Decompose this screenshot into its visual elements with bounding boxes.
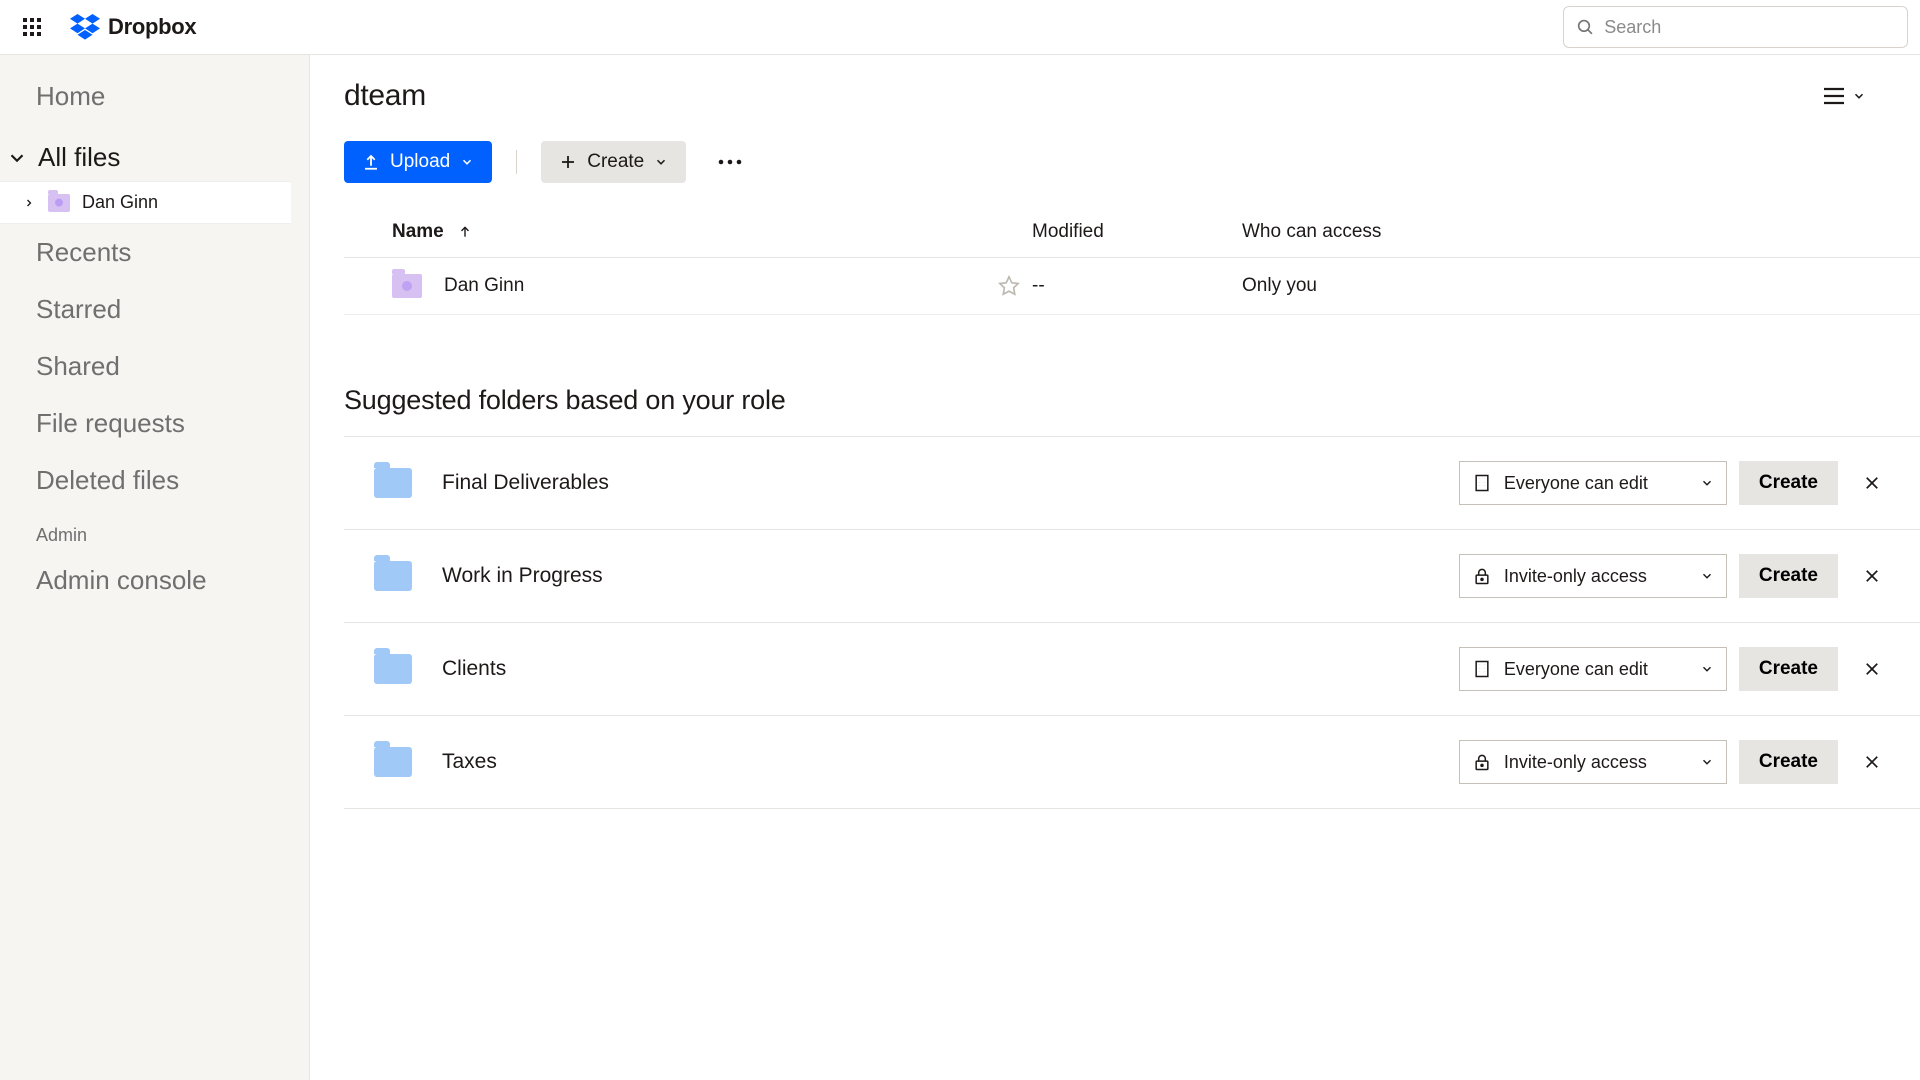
search-input[interactable] [1604,17,1895,38]
create-button[interactable]: Create [541,141,686,183]
suggested-folder-name: Work in Progress [442,564,603,588]
chevron-down-icon [1700,569,1714,583]
folder-icon [48,194,70,212]
access-select[interactable]: Invite-only access [1459,740,1727,784]
upload-label: Upload [390,151,450,173]
chevron-down-icon [1852,89,1866,103]
folder-icon [374,654,412,684]
modified-value: -- [1032,275,1242,297]
suggested-list: Final Deliverables Everyone can edit Creat… [344,436,1920,809]
folder-icon [392,274,422,298]
close-icon [1863,567,1881,585]
dropbox-glyph-icon [70,14,100,40]
view-toggle-button[interactable] [1816,80,1872,112]
star-icon [998,275,1020,297]
sidebar-item-all-files[interactable]: All files [0,134,309,181]
dismiss-suggested-button[interactable] [1852,556,1892,596]
create-suggested-button[interactable]: Create [1739,740,1838,784]
search-icon [1576,17,1594,37]
sidebar-admin-label: Admin [0,509,309,552]
file-name: Dan Ginn [444,275,524,297]
table-row[interactable]: Dan Ginn -- Only you [344,258,1920,315]
chevron-down-icon [654,155,668,169]
top-bar: Dropbox [0,0,1920,55]
sidebar-item-shared[interactable]: Shared [0,338,309,395]
suggested-folder-name: Final Deliverables [442,471,609,495]
chevron-down-icon [460,155,474,169]
search-box[interactable] [1563,6,1908,48]
access-label: Invite-only access [1504,752,1688,773]
column-header-modified[interactable]: Modified [1032,221,1242,243]
sidebar-tree-label: Dan Ginn [82,192,158,213]
chevron-right-icon [22,197,36,209]
chevron-down-icon [1700,476,1714,490]
suggested-row: Final Deliverables Everyone can edit Creat… [344,437,1920,530]
arrow-up-icon [458,225,472,239]
access-label: Everyone can edit [1504,659,1688,680]
table-header: Name Modified Who can access [344,221,1920,258]
sidebar: Home All files Dan Ginn Recents Starred … [0,55,310,1080]
sidebar-all-files-label: All files [38,142,120,173]
sidebar-item-deleted-files[interactable]: Deleted files [0,452,309,509]
star-button[interactable] [998,275,1020,297]
suggested-row: Taxes Invite-only access Create [344,716,1920,809]
upload-icon [362,153,380,171]
more-actions-button[interactable] [710,142,750,182]
column-header-access[interactable]: Who can access [1242,221,1906,243]
suggested-row: Work in Progress Invite-only access Create [344,530,1920,623]
access-label: Everyone can edit [1504,473,1688,494]
list-view-icon [1822,86,1846,106]
create-suggested-button[interactable]: Create [1739,647,1838,691]
page-title: dteam [344,79,426,113]
close-icon [1863,753,1881,771]
dropbox-logo[interactable]: Dropbox [70,14,196,40]
main-content: dteam Upload Create [310,55,1920,1080]
sidebar-item-recents[interactable]: Recents [0,224,309,281]
suggested-row: Clients Everyone can edit Create [344,623,1920,716]
close-icon [1863,474,1881,492]
suggested-title: Suggested folders based on your role [344,385,1920,416]
access-label: Invite-only access [1504,566,1688,587]
sidebar-item-home[interactable]: Home [0,73,309,134]
column-header-name[interactable]: Name [392,221,1032,243]
upload-button[interactable]: Upload [344,141,492,183]
create-suggested-button[interactable]: Create [1739,461,1838,505]
sidebar-item-starred[interactable]: Starred [0,281,309,338]
suggested-folder-name: Taxes [442,750,497,774]
folder-icon [374,561,412,591]
plus-icon [559,153,577,171]
suggested-folder-name: Clients [442,657,506,681]
sidebar-item-file-requests[interactable]: File requests [0,395,309,452]
folder-icon [374,468,412,498]
building-icon [1472,659,1492,679]
access-value: Only you [1242,275,1906,297]
access-select[interactable]: Everyone can edit [1459,647,1727,691]
dismiss-suggested-button[interactable] [1852,649,1892,689]
lock-icon [1472,752,1492,772]
sidebar-tree-item[interactable]: Dan Ginn [0,181,291,224]
divider [516,150,517,174]
create-suggested-button[interactable]: Create [1739,554,1838,598]
folder-icon [374,747,412,777]
dismiss-suggested-button[interactable] [1852,463,1892,503]
create-label: Create [587,151,644,173]
chevron-down-icon [1700,755,1714,769]
access-select[interactable]: Invite-only access [1459,554,1727,598]
apps-grid-icon[interactable] [12,7,52,47]
chevron-down-icon [1700,662,1714,676]
brand-name: Dropbox [108,14,196,40]
access-select[interactable]: Everyone can edit [1459,461,1727,505]
chevron-down-icon [6,147,28,169]
more-horizontal-icon [718,159,742,165]
close-icon [1863,660,1881,678]
sidebar-item-admin-console[interactable]: Admin console [0,552,309,609]
building-icon [1472,473,1492,493]
dismiss-suggested-button[interactable] [1852,742,1892,782]
lock-icon [1472,566,1492,586]
